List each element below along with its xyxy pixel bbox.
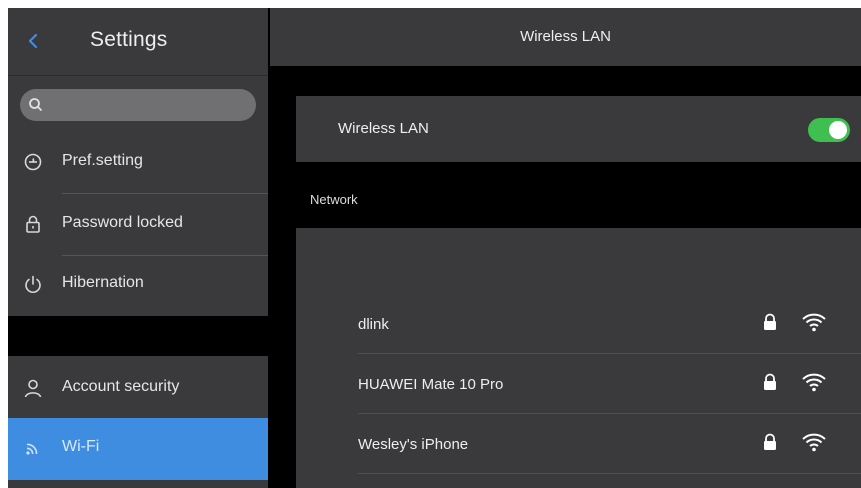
network-section-label: Network bbox=[310, 192, 358, 207]
lock-icon bbox=[764, 313, 776, 330]
wifi-signal-icon bbox=[802, 373, 826, 392]
sidebar-item-label: Pref.setting bbox=[62, 152, 143, 169]
wireless-lan-label: Wireless LAN bbox=[338, 120, 429, 137]
sidebar-item-wifi[interactable]: Wi-Fi bbox=[8, 418, 268, 480]
main-panel: Wireless LAN Wireless LAN Network dlink bbox=[270, 8, 861, 488]
power-icon bbox=[25, 275, 41, 293]
sidebar-item-password-locked[interactable]: Password locked bbox=[8, 194, 268, 256]
network-row-wesleys-iphone[interactable]: Wesley's iPhone bbox=[296, 414, 861, 474]
sidebar-section-gap bbox=[8, 316, 268, 356]
network-row-huawei[interactable]: HUAWEI Mate 10 Pro bbox=[296, 354, 861, 414]
sidebar-item-label: Wi-Fi bbox=[62, 438, 100, 455]
person-icon bbox=[24, 379, 42, 398]
sidebar-header: Settings bbox=[8, 8, 268, 76]
network-name: Wesley's iPhone bbox=[358, 436, 469, 453]
lock-icon bbox=[764, 373, 776, 390]
wifi-icon bbox=[26, 443, 38, 455]
sidebar-item-label: Hibernation bbox=[62, 274, 144, 291]
network-list: dlink HUAWEI Mate 10 Pro Wesley's iPhone bbox=[296, 228, 861, 488]
sidebar: Settings Pref.setting Password locked Hi… bbox=[8, 8, 268, 488]
sidebar-title: Settings bbox=[90, 28, 168, 51]
lock-icon bbox=[26, 215, 40, 233]
main-header: Wireless LAN bbox=[270, 8, 861, 66]
wireless-lan-row: Wireless LAN bbox=[296, 96, 861, 162]
page-title: Wireless LAN bbox=[520, 28, 611, 45]
lock-icon bbox=[764, 433, 776, 450]
sidebar-item-hibernation[interactable]: Hibernation bbox=[8, 254, 268, 316]
sidebar-item-account-security[interactable]: Account security bbox=[8, 358, 268, 420]
network-row-dlink[interactable]: dlink bbox=[296, 294, 861, 354]
toggle-knob bbox=[829, 121, 847, 139]
chevron-left-icon[interactable] bbox=[24, 30, 42, 52]
preference-icon bbox=[24, 153, 42, 171]
wifi-signal-icon bbox=[802, 433, 826, 452]
wifi-signal-icon bbox=[802, 313, 826, 332]
sidebar-item-label: Password locked bbox=[62, 214, 183, 231]
sidebar-item-label: Account security bbox=[62, 378, 180, 395]
settings-window: Settings Pref.setting Password locked Hi… bbox=[8, 8, 861, 488]
divider bbox=[358, 473, 861, 474]
search-input[interactable] bbox=[20, 89, 256, 121]
network-name: HUAWEI Mate 10 Pro bbox=[358, 376, 504, 393]
sidebar-item-pref-setting[interactable]: Pref.setting bbox=[8, 132, 268, 194]
network-name: dlink bbox=[358, 316, 389, 333]
search-icon bbox=[29, 98, 42, 111]
wireless-lan-toggle[interactable] bbox=[808, 118, 850, 142]
